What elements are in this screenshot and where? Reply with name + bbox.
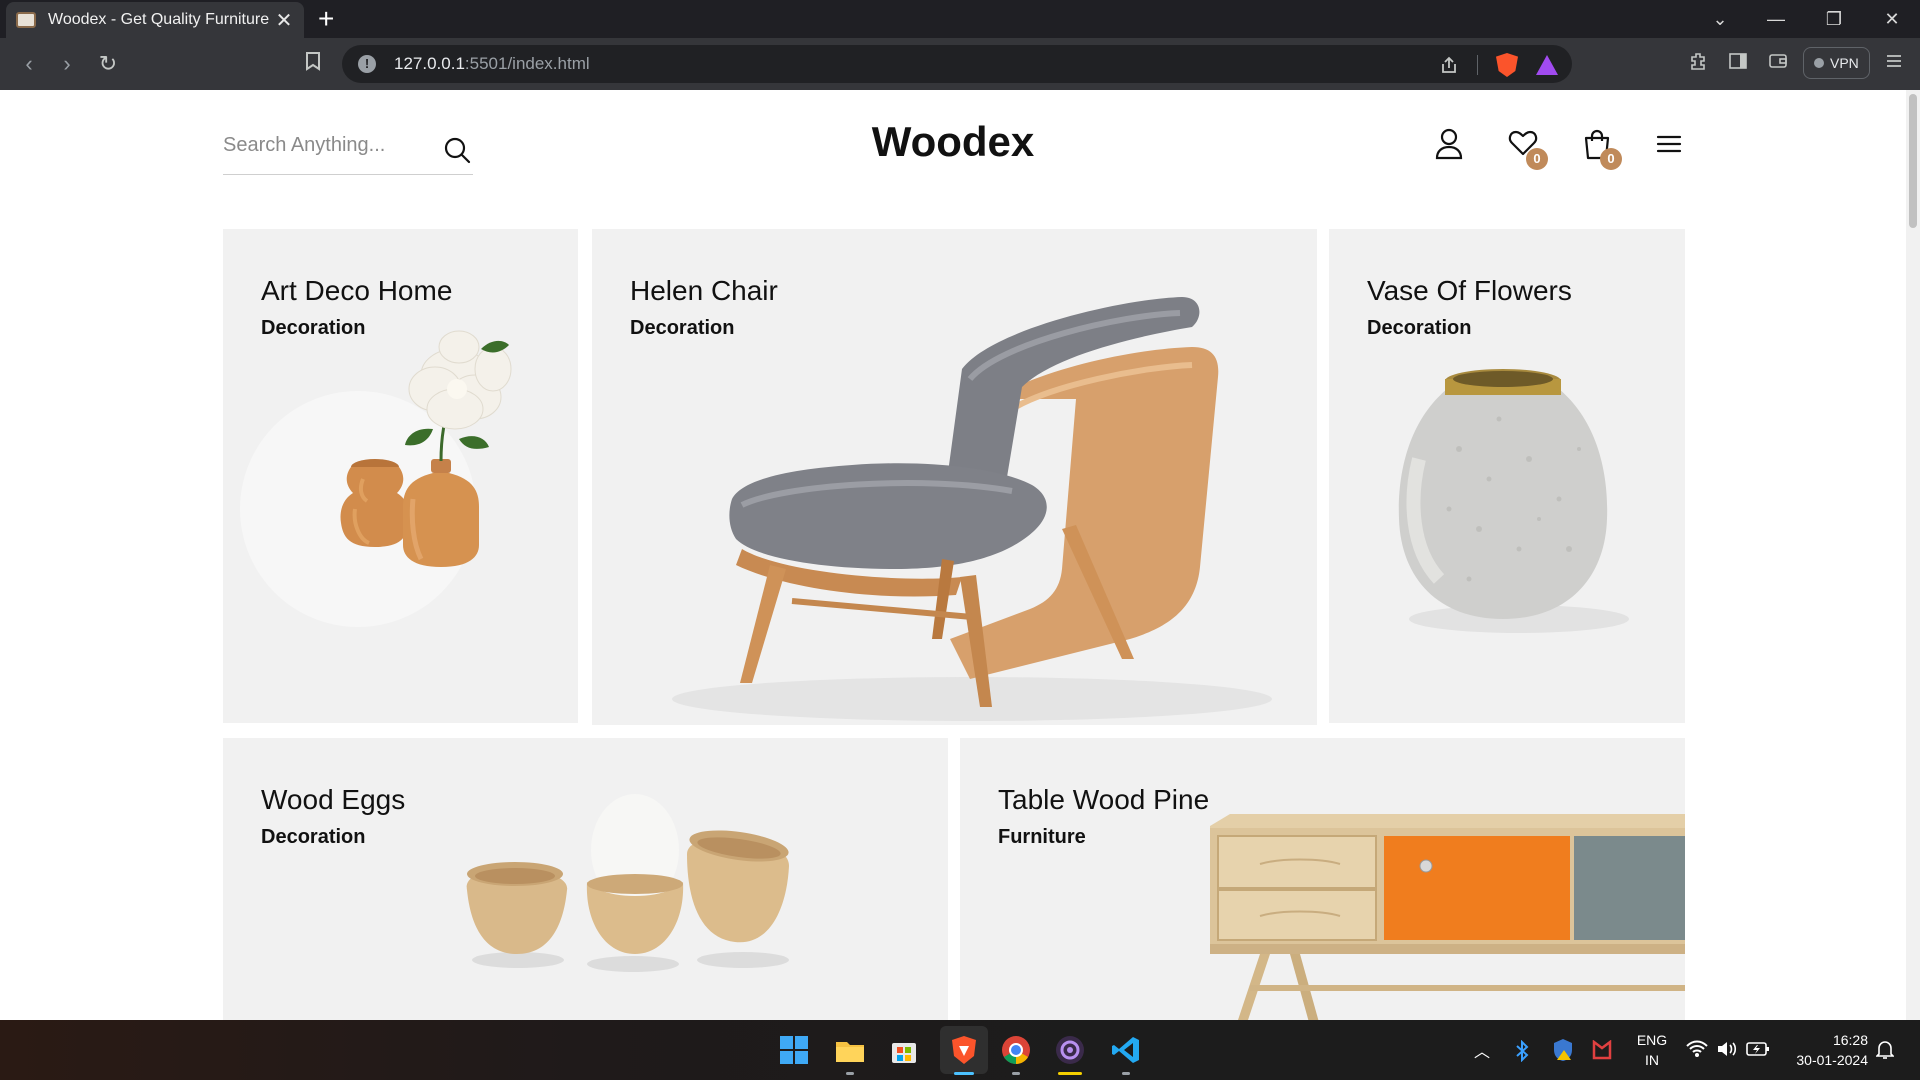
new-tab-button[interactable]: + [318, 4, 334, 34]
brave-shields-icon[interactable] [1496, 53, 1518, 77]
wishlist-count-badge: 0 [1526, 148, 1548, 170]
site-info-icon[interactable]: ! [358, 55, 376, 73]
browser-toolbar: ‹ › ↻ ! 127.0.0.1:5501/index.html VPN [0, 38, 1920, 90]
region-code: IN [1645, 1052, 1659, 1068]
vpn-button[interactable]: VPN [1803, 47, 1870, 79]
minimize-button[interactable]: — [1748, 0, 1804, 38]
browser-tab[interactable]: Woodex - Get Quality Furniture ✕ [6, 2, 304, 38]
cart-count-badge: 0 [1600, 148, 1622, 170]
user-account-icon[interactable] [1434, 128, 1464, 160]
scrollbar-thumb[interactable] [1909, 94, 1917, 228]
back-button[interactable]: ‹ [16, 51, 42, 77]
address-bar[interactable]: ! 127.0.0.1:5501/index.html [342, 45, 1572, 83]
product-card[interactable]: Table Wood Pine Furniture [960, 738, 1685, 1020]
sidebar-icon[interactable] [1728, 51, 1748, 77]
sideboard-cabinet-image [1210, 814, 1685, 1020]
product-card[interactable]: Helen Chair Decoration [592, 229, 1317, 725]
clock-time: 16:28 [1832, 1032, 1868, 1048]
extensions-icon[interactable] [1688, 51, 1708, 77]
browser-tab-bar: Woodex - Get Quality Furniture ✕ + ⌄ — ❐… [0, 0, 1920, 38]
notification-bell-icon[interactable] [1876, 1040, 1894, 1060]
bookmark-icon[interactable] [300, 51, 326, 77]
vscode-icon[interactable] [1110, 1034, 1142, 1066]
system-clock[interactable]: 16:28 30-01-2024 [1782, 1030, 1868, 1070]
running-indicator [1122, 1072, 1130, 1075]
url-host: 127.0.0.1 [394, 54, 465, 73]
browser-menu-icon[interactable] [1884, 51, 1904, 77]
tab-search-chevron-icon[interactable]: ⌄ [1692, 0, 1748, 38]
bluetooth-icon[interactable] [1514, 1040, 1530, 1062]
ceramic-vase-image [1398, 369, 1629, 633]
antivirus-icon[interactable] [1592, 1040, 1612, 1060]
brave-rewards-icon[interactable] [1536, 55, 1558, 75]
brave-browser-icon[interactable] [948, 1034, 980, 1066]
running-indicator [1058, 1072, 1082, 1075]
media-player-icon[interactable] [1054, 1034, 1086, 1066]
active-indicator [954, 1072, 974, 1075]
vpn-status-icon [1814, 58, 1824, 68]
volume-icon[interactable] [1716, 1040, 1738, 1058]
language-indicator[interactable]: ENG IN [1634, 1030, 1670, 1070]
wallet-icon[interactable] [1768, 51, 1788, 77]
chrome-icon[interactable] [1000, 1034, 1032, 1066]
web-page: Woodex 0 0 Art Deco Home Decoration [0, 90, 1906, 1020]
running-indicator [1012, 1072, 1020, 1075]
address-bar-actions [1439, 53, 1558, 77]
file-explorer-icon[interactable] [834, 1034, 866, 1066]
url-text: 127.0.0.1:5501/index.html [394, 54, 590, 74]
battery-charging-icon[interactable] [1746, 1040, 1770, 1058]
security-shield-icon[interactable] [1552, 1038, 1574, 1062]
wooden-egg-cups-image [466, 794, 789, 972]
language-code: ENG [1636, 1032, 1668, 1048]
product-card[interactable]: Art Deco Home Decoration [223, 229, 578, 723]
product-card[interactable]: Vase Of Flowers Decoration [1329, 229, 1685, 723]
restore-button[interactable]: ❐ [1806, 0, 1862, 38]
windows-taskbar: ︿ ENG IN 16:28 30-01-2024 [0, 1020, 1920, 1080]
divider [1477, 55, 1478, 75]
close-window-button[interactable]: ✕ [1864, 0, 1920, 38]
lounge-chair-image [672, 297, 1272, 721]
tab-title: Woodex - Get Quality Furniture [48, 11, 270, 28]
hamburger-menu-icon[interactable] [1656, 134, 1682, 154]
forward-button[interactable]: › [54, 51, 80, 77]
reload-button[interactable]: ↻ [95, 51, 121, 77]
url-path: :5501/index.html [464, 54, 590, 73]
tab-close-icon[interactable]: ✕ [274, 8, 294, 33]
vases-with-flower-image [240, 330, 512, 627]
vpn-label: VPN [1830, 55, 1859, 71]
share-icon[interactable] [1439, 55, 1459, 75]
show-hidden-icons-chevron-icon[interactable]: ︿ [1474, 1020, 1490, 1080]
wifi-icon[interactable] [1686, 1040, 1708, 1058]
microsoft-store-icon[interactable] [888, 1034, 920, 1066]
running-indicator [846, 1072, 854, 1075]
site-favicon-icon [16, 12, 36, 28]
clock-date: 30-01-2024 [1796, 1052, 1868, 1068]
page-scrollbar[interactable] [1906, 90, 1920, 1020]
start-menu-icon[interactable] [778, 1034, 810, 1066]
product-card[interactable]: Wood Eggs Decoration [223, 738, 948, 1020]
